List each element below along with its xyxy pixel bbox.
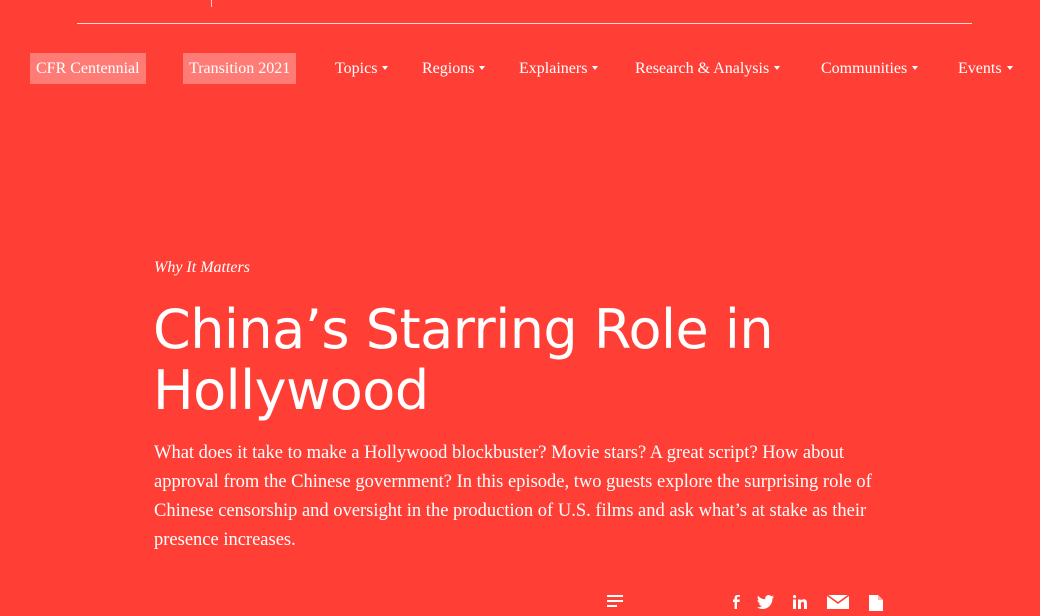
nav-pill-transition-2021[interactable]: Transition 2021 xyxy=(183,53,297,84)
nav-item-topics[interactable]: Topics xyxy=(335,53,389,84)
nav-item-label: Research & Analysis xyxy=(635,60,770,77)
nav-pill-cfr-centennial[interactable]: CFR Centennial xyxy=(30,53,146,84)
email-icon[interactable] xyxy=(826,594,850,614)
nav-item-label: Events xyxy=(958,60,1002,77)
nav-item-events[interactable]: Events xyxy=(958,53,1013,84)
nav-item-label: Communities xyxy=(821,60,908,77)
transcript-icon[interactable] xyxy=(607,595,625,614)
facebook-icon[interactable] xyxy=(731,595,741,614)
caret-down-icon xyxy=(479,66,486,71)
header-rule xyxy=(77,23,972,24)
article-dek: What does it take to make a Hollywood bl… xyxy=(154,443,872,550)
nav-item-research-analysis[interactable]: Research & Analysis xyxy=(635,53,781,84)
caret-down-icon xyxy=(912,66,919,71)
nav-item-explainers[interactable]: Explainers xyxy=(519,53,599,84)
caret-down-icon xyxy=(592,66,599,71)
twitter-icon[interactable] xyxy=(757,595,775,614)
article-title: China’s Starring Role in Hollywood xyxy=(153,298,774,422)
main-navigation: CFR Centennial Transition 2021 Topics Re… xyxy=(0,53,1040,85)
share-toolbar xyxy=(607,590,897,611)
nav-item-label: Topics xyxy=(335,60,378,77)
linkedin-icon[interactable] xyxy=(792,595,807,614)
copy-icon[interactable] xyxy=(869,595,883,616)
nav-item-label: Regions xyxy=(422,60,475,77)
nav-item-regions[interactable]: Regions xyxy=(422,53,486,84)
caret-down-icon xyxy=(382,66,389,71)
caret-down-icon xyxy=(1006,66,1013,71)
nav-item-communities[interactable]: Communities xyxy=(821,53,919,84)
header-divider-tick xyxy=(211,0,212,7)
caret-down-icon xyxy=(774,66,781,71)
nav-item-label: Explainers xyxy=(519,60,588,77)
article-eyebrow: Why It Matters xyxy=(154,259,250,276)
